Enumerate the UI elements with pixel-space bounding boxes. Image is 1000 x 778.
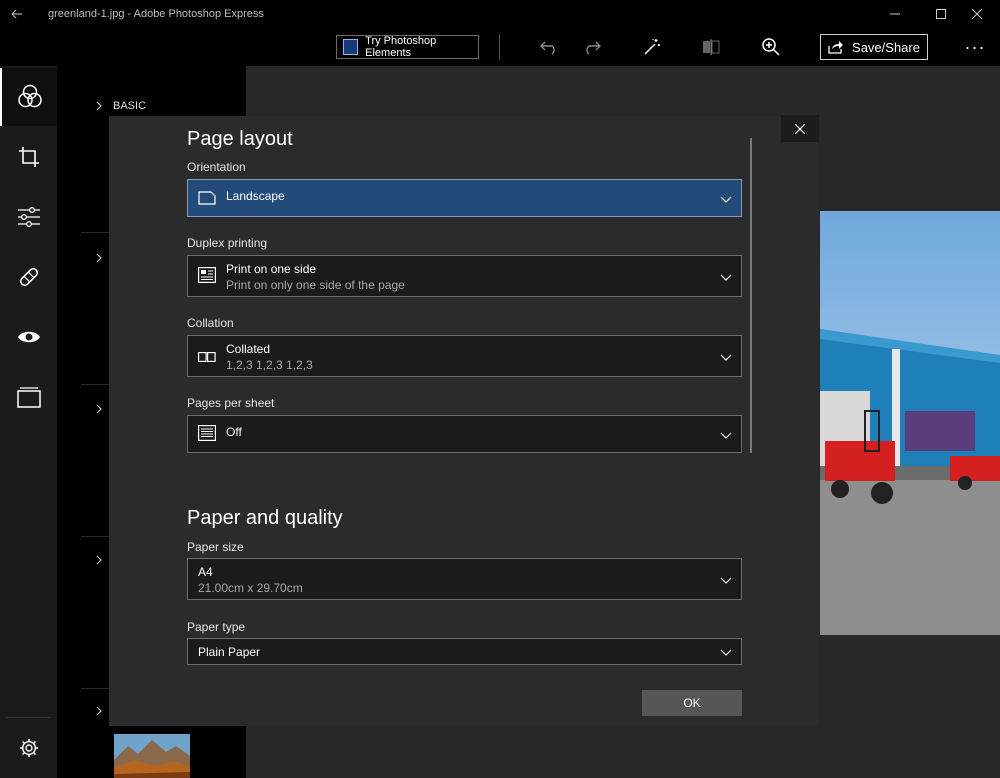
orientation-select[interactable]: Landscape <box>187 179 742 217</box>
paper-size-value: A4 <box>198 565 213 579</box>
save-share-button[interactable]: Save/Share <box>820 34 928 60</box>
duplex-printing-select[interactable]: Print on one side Print on only one side… <box>187 255 742 297</box>
healing-icon[interactable] <box>0 248 57 306</box>
paper-size-label: Paper size <box>187 540 244 554</box>
chevron-down-icon <box>719 428 733 442</box>
paper-size-detail: 21.00cm x 29.70cm <box>198 581 303 595</box>
chevron-right-icon[interactable] <box>93 403 105 415</box>
borders-icon[interactable] <box>0 368 57 426</box>
try-photoshop-elements-button[interactable]: Try Photoshop Elements <box>336 35 479 59</box>
duplex-printing-label: Duplex printing <box>187 236 268 250</box>
zoom-in-icon[interactable] <box>759 35 783 59</box>
more-options-icon[interactable]: ··· <box>958 35 992 59</box>
minimize-icon[interactable] <box>872 0 918 28</box>
orientation-value: Landscape <box>226 189 285 203</box>
landscape-page-icon <box>198 191 216 205</box>
pages-per-sheet-label: Pages per sheet <box>187 396 275 410</box>
dialog-scrollbar[interactable] <box>750 138 752 453</box>
look-thumbnail[interactable] <box>114 734 190 778</box>
share-icon <box>828 41 844 54</box>
paper-type-label: Paper type <box>187 620 246 634</box>
window-title: greenland-1.jpg - Adobe Photoshop Expres… <box>48 8 264 20</box>
chevron-right-icon[interactable] <box>93 100 105 112</box>
gear-icon[interactable] <box>0 719 57 777</box>
edited-photo <box>820 211 1000 635</box>
tool-rail <box>0 66 57 778</box>
chevron-right-icon[interactable] <box>93 252 105 264</box>
chevron-right-icon[interactable] <box>93 554 105 566</box>
collation-label: Collation <box>187 316 234 330</box>
auto-fix-icon[interactable] <box>640 35 664 59</box>
section-title-page-layout: Page layout <box>187 128 293 150</box>
title-bar: greenland-1.jpg - Adobe Photoshop Expres… <box>0 0 1000 28</box>
chevron-down-icon <box>719 350 733 364</box>
paper-type-value: Plain Paper <box>198 645 261 659</box>
try-button-label: Try Photoshop Elements <box>365 35 437 59</box>
chevron-right-icon[interactable] <box>93 705 105 717</box>
chevron-down-icon <box>719 645 733 659</box>
adjustments-icon[interactable] <box>0 188 57 246</box>
panel-category-basic[interactable]: BASIC <box>113 100 146 112</box>
close-icon <box>795 123 805 134</box>
redo-icon[interactable] <box>580 35 604 59</box>
single-sided-page-icon <box>198 267 216 283</box>
duplex-detail: Print on only one side of the page <box>226 278 405 292</box>
collation-detail: 1,2,3 1,2,3 1,2,3 <box>226 358 313 372</box>
paper-size-select[interactable]: A4 21.00cm x 29.70cm <box>187 558 742 600</box>
collation-select[interactable]: Collated 1,2,3 1,2,3 1,2,3 <box>187 335 742 377</box>
toolbar: Try Photoshop Elements Save/Share ··· <box>0 28 1000 66</box>
ok-button[interactable]: OK <box>642 690 742 716</box>
duplex-value: Print on one side <box>226 262 317 276</box>
collated-pages-icon <box>198 350 216 364</box>
orientation-label: Orientation <box>187 160 246 174</box>
compare-icon[interactable] <box>699 35 723 59</box>
looks-icon[interactable] <box>0 68 57 126</box>
undo-icon[interactable] <box>537 35 561 59</box>
eye-icon[interactable] <box>0 308 57 366</box>
rail-divider <box>6 717 51 718</box>
collation-value: Collated <box>226 342 271 356</box>
save-share-label: Save/Share <box>852 39 920 55</box>
dialog-close-button[interactable] <box>781 115 819 142</box>
chevron-down-icon <box>719 573 733 587</box>
photoshop-elements-logo-icon <box>343 39 359 55</box>
single-page-layout-icon <box>198 425 216 441</box>
chevron-down-icon <box>719 270 733 284</box>
pages-per-sheet-select[interactable]: Off <box>187 415 742 453</box>
section-title-paper-quality: Paper and quality <box>187 507 343 529</box>
paper-type-select[interactable]: Plain Paper <box>187 638 742 665</box>
chevron-down-icon <box>719 192 733 206</box>
toolbar-divider <box>499 34 500 60</box>
crop-icon[interactable] <box>0 128 57 186</box>
close-icon[interactable] <box>954 0 1000 28</box>
back-arrow-icon[interactable] <box>0 0 34 28</box>
pages-per-sheet-value: Off <box>226 425 242 439</box>
